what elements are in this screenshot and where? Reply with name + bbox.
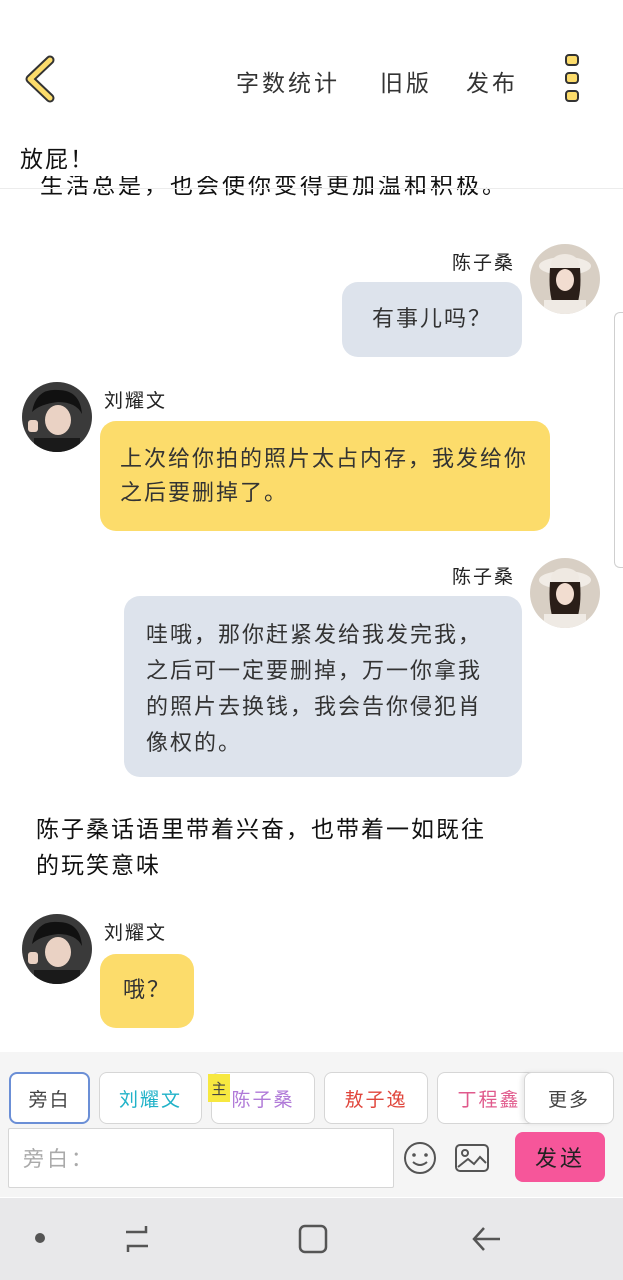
send-label: 发送 [534,1147,585,1172]
role-ao-ziyi[interactable]: 敖子逸 [324,1072,428,1124]
avatar[interactable] [530,244,600,314]
avatar-boy-image [22,382,92,452]
role-narrator[interactable]: 旁白 [9,1072,90,1124]
back-nav-icon[interactable] [470,1222,504,1256]
divider [0,188,623,189]
message-input[interactable]: 旁白： [8,1128,394,1188]
input-placeholder: 旁白： [23,1147,95,1171]
old-version-button[interactable]: 旧版 [380,64,432,98]
message-text: 哦？ [122,978,171,1003]
back-arrow-icon[interactable] [22,54,62,104]
avatar-girl-image [530,244,600,314]
role-liu-yaowen[interactable]: 刘耀文 [99,1072,202,1124]
message-text: 有事儿吗？ [371,306,492,332]
recent-apps-icon[interactable] [120,1222,154,1256]
avatar[interactable] [22,382,92,452]
top-bar: 字数统计 旧版 发布 [0,0,623,130]
chat-bubble-right[interactable]: 有事儿吗？ [342,282,522,357]
avatar-girl-image [530,558,600,628]
system-nav-bar [0,1198,623,1280]
role-label: 旁白 [28,1088,71,1111]
publish-button[interactable]: 发布 [466,64,518,98]
sender-name: 陈子桑 [452,252,516,274]
chat-bubble-right[interactable]: 哇哦，那你赶紧发给我发完我，之后可一定要删掉，万一你拿我的照片去换钱，我会告你侵… [124,596,522,777]
chat-bubble-left[interactable]: 上次给你拍的照片太占内存，我发给你之后要删掉了。 [100,421,550,531]
sender-name: 刘耀文 [104,922,168,944]
image-icon[interactable] [454,1142,490,1174]
narration-text: 陈子桑话语里带着兴奋，也带着一如既往的玩笑意味 [36,817,486,879]
cut-off-story-line: 生活总是，也会使你变得更加温和积极。 [40,176,508,199]
more-roles-button[interactable]: 更多 [524,1072,614,1124]
avatar[interactable] [22,914,92,984]
role-label: 敖子逸 [344,1088,408,1111]
sender-name: 刘耀文 [104,390,168,412]
story-title: 放屁！ [20,147,95,173]
send-button[interactable]: 发送 [515,1132,605,1182]
chat-bubble-left[interactable]: 哦？ [100,954,194,1028]
emoji-icon[interactable] [402,1140,438,1176]
word-count-button[interactable]: 字数统计 [236,64,340,98]
avatar[interactable] [530,558,600,628]
sender-name: 陈子桑 [452,566,516,588]
avatar-boy-image [22,914,92,984]
message-text: 上次给你拍的照片太占内存，我发给你之后要删掉了。 [120,447,529,506]
role-label: 刘耀文 [118,1088,182,1111]
role-label: 丁程鑫 [457,1088,521,1111]
home-icon[interactable] [296,1222,330,1256]
message-text: 哇哦，那你赶紧发给我发完我，之后可一定要删掉，万一你拿我的照片去换钱，我会告你侵… [146,623,483,756]
dot-icon [35,1233,45,1243]
host-badge: 主 [208,1074,230,1102]
more-options-icon[interactable] [560,52,586,106]
role-label: 陈子桑 [231,1088,295,1111]
role-label: 更多 [547,1088,590,1111]
scroll-handle[interactable] [614,312,623,568]
